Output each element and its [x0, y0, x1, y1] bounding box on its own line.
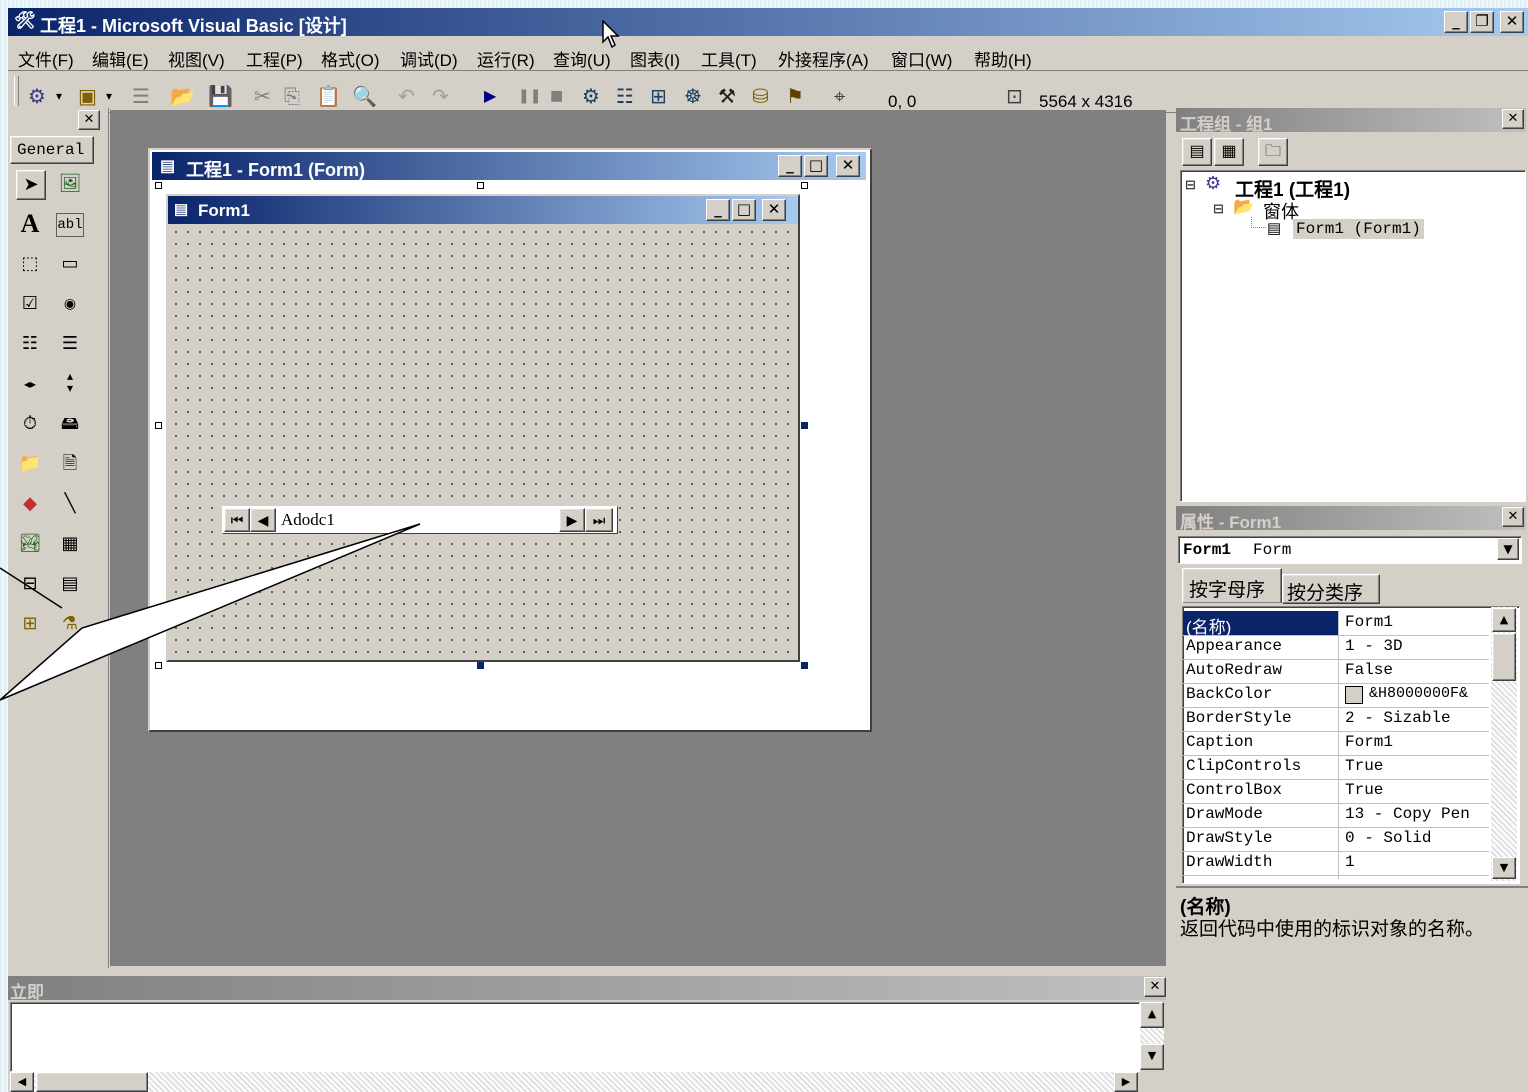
project-explorer-panel: 工程组 - 组1 ✕ ▤ ▦ 🗀 ⊟ ⚙ 工程1 (工程1) ⊟ 📂 窗体 ▤ …	[1176, 108, 1528, 504]
object-selector-type: Form	[1253, 541, 1292, 559]
property-grid: (名称) Form1 Appearance 1 - 3D AutoRedraw …	[1182, 606, 1520, 884]
property-name: BorderStyle	[1186, 709, 1292, 727]
view-code-icon[interactable]: ▤	[1182, 138, 1212, 166]
scroll-thumb[interactable]	[1492, 633, 1516, 681]
property-value[interactable]: Form1	[1345, 613, 1393, 631]
tree-collapse-icon[interactable]: ⊟	[1185, 177, 1196, 193]
property-name: DrawWidth	[1186, 853, 1273, 871]
scroll-up-icon[interactable]: ▲	[1492, 608, 1516, 632]
property-row[interactable]: ControlBox True	[1183, 779, 1489, 804]
properties-panel: 属性 - Form1 ✕ Form1 Form ▼ 按字母序 按分类序 (名称)…	[1176, 506, 1528, 886]
immediate-title-bar[interactable]: 立即 ✕	[8, 976, 1166, 1002]
property-name: ControlBox	[1186, 781, 1283, 799]
project-icon: ⚙	[1205, 173, 1222, 193]
property-value[interactable]: Form1	[1345, 733, 1393, 751]
property-name: DrawStyle	[1186, 829, 1273, 847]
scroll-up-icon-2[interactable]: ▲	[1140, 1002, 1164, 1028]
tab-alphabetic[interactable]: 按字母序	[1182, 568, 1282, 603]
immediate-title: 立即	[10, 983, 44, 1002]
properties-title: 属性 - Form1	[1180, 513, 1282, 532]
color-swatch-icon	[1345, 686, 1363, 704]
toggle-folders-icon[interactable]: 🗀	[1258, 138, 1288, 166]
properties-title-bar[interactable]: 属性 - Form1 ✕	[1176, 506, 1526, 532]
vb-ide-window: 🛠 工程1 - Microsoft Visual Basic [设计] _ ❐ …	[0, 8, 1528, 1092]
property-row[interactable]: DrawMode 13 - Copy Pen	[1183, 803, 1489, 828]
tab-categorized[interactable]: 按分类序	[1282, 574, 1380, 604]
property-row[interactable]: Appearance 1 - 3D	[1183, 635, 1489, 660]
property-value[interactable]: True	[1345, 781, 1383, 799]
object-selector[interactable]: Form1 Form ▼	[1178, 536, 1522, 564]
property-value[interactable]: 13 - Copy Pen	[1345, 805, 1470, 823]
tree-form1-item[interactable]: Form1 (Form1)	[1293, 219, 1424, 239]
property-row[interactable]: BackColor &H8000000F&	[1183, 683, 1489, 708]
description-text: 返回代码中使用的标识对象的名称。	[1180, 919, 1485, 940]
scroll-down-icon-2[interactable]: ▼	[1140, 1044, 1164, 1070]
property-column-divider	[1338, 611, 1339, 879]
property-name: Caption	[1186, 733, 1254, 751]
project-explorer-title: 工程组 - 组1	[1180, 115, 1273, 134]
immediate-close-button[interactable]: ✕	[1144, 977, 1166, 997]
property-row[interactable]: AutoRedraw False	[1183, 659, 1489, 684]
immediate-vscroll[interactable]: ▲ ▼	[1140, 1002, 1164, 1070]
mouse-cursor-icon	[602, 20, 620, 49]
project-explorer-title-bar[interactable]: 工程组 - 组1 ✕	[1176, 108, 1526, 134]
scroll-down-icon[interactable]: ▼	[1492, 857, 1516, 879]
project-tree: ⊟ ⚙ 工程1 (工程1) ⊟ 📂 窗体 ▤ Form1 (Form1)	[1180, 170, 1526, 502]
scroll-right-icon[interactable]: ▶	[1114, 1072, 1138, 1092]
property-row[interactable]: BorderStyle 2 - Sizable	[1183, 707, 1489, 732]
form-icon: ▤	[1267, 220, 1282, 237]
scroll-left-icon[interactable]: ◀	[10, 1072, 34, 1092]
property-grid-scrollbar[interactable]: ▲ ▼	[1491, 607, 1517, 881]
object-selector-name: Form1	[1183, 541, 1232, 559]
immediate-hscroll[interactable]: ◀ ▶	[10, 1072, 1138, 1092]
property-value[interactable]: 2 - Sizable	[1345, 709, 1451, 727]
property-row[interactable]: ClipControls True	[1183, 755, 1489, 780]
property-row[interactable]: DrawWidth 1	[1183, 851, 1489, 876]
property-row[interactable]: Caption Form1	[1183, 731, 1489, 756]
property-value[interactable]: 0 - Solid	[1345, 829, 1431, 847]
project-explorer-close-button[interactable]: ✕	[1502, 109, 1524, 129]
property-name: ClipControls	[1186, 757, 1302, 775]
property-value[interactable]: 1	[1345, 853, 1355, 871]
immediate-input[interactable]	[10, 1002, 1140, 1072]
immediate-window: 立即 ✕ ▲ ▼ ◀ ▶	[8, 976, 1166, 1092]
property-name: DrawMode	[1186, 805, 1263, 823]
view-object-icon[interactable]: ▦	[1214, 138, 1244, 166]
property-value[interactable]: &H8000000F&	[1369, 685, 1468, 702]
folder-icon: 📂	[1233, 197, 1255, 216]
property-name: AutoRedraw	[1186, 661, 1283, 679]
properties-close-button[interactable]: ✕	[1502, 507, 1524, 527]
property-value[interactable]: 1 - 3D	[1345, 637, 1403, 655]
tab-alphabetic-label: 按字母序	[1189, 580, 1266, 601]
tab-categorized-label: 按分类序	[1287, 583, 1364, 604]
hscroll-thumb[interactable]	[36, 1072, 148, 1092]
property-value[interactable]: True	[1345, 757, 1383, 775]
property-value[interactable]: False	[1345, 661, 1393, 679]
tree-collapse-icon-2[interactable]: ⊟	[1213, 201, 1224, 217]
object-selector-dropdown-icon[interactable]: ▼	[1497, 538, 1519, 560]
property-row[interactable]: DrawStyle 0 - Solid	[1183, 827, 1489, 852]
property-row[interactable]: (名称) Form1	[1183, 611, 1489, 637]
tree-connector	[1251, 217, 1266, 228]
property-name: BackColor	[1186, 685, 1273, 703]
property-description: (名称) 返回代码中使用的标识对象的名称。	[1176, 886, 1528, 968]
property-name: Appearance	[1186, 637, 1283, 655]
